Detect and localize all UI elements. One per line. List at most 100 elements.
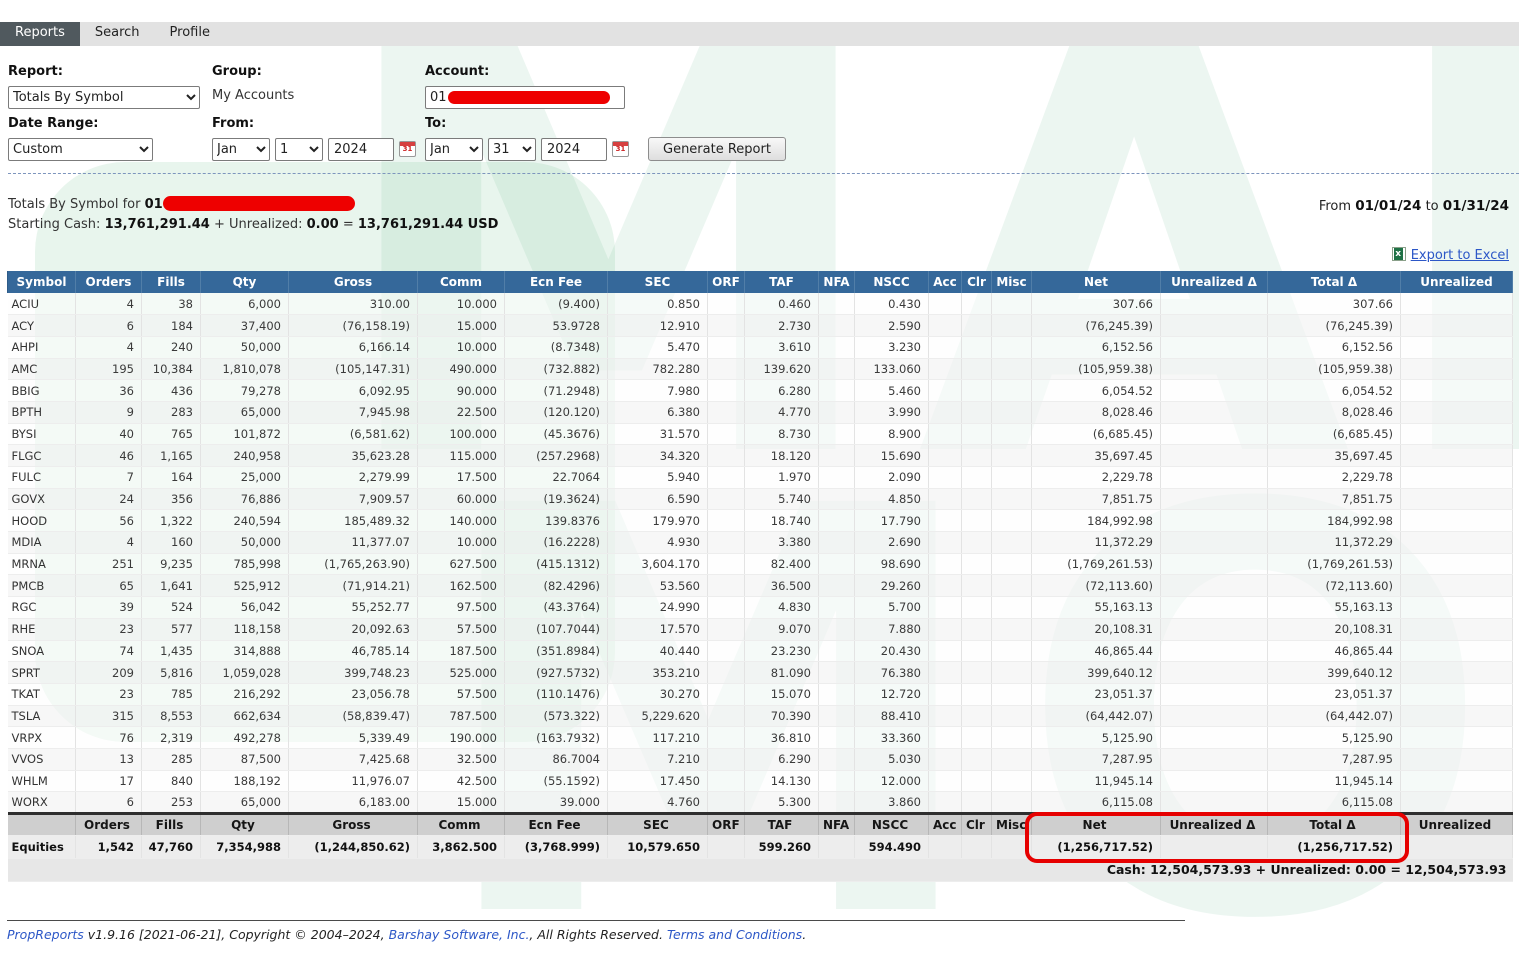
value-cell	[1161, 445, 1268, 467]
value-cell	[929, 336, 962, 358]
from-label: From:	[212, 116, 425, 131]
table-row: AMC19510,3841,810,078(105,147.31)490.000…	[8, 358, 1513, 380]
date-range-select[interactable]: Custom	[8, 138, 153, 161]
symbol-cell: MDIA	[8, 532, 76, 554]
value-cell: 7	[76, 467, 142, 489]
report-type-select[interactable]: Totals By Symbol	[8, 86, 200, 109]
from-month-select[interactable]: Jan	[212, 138, 270, 161]
value-cell	[1161, 705, 1268, 727]
value-cell: 82.400	[745, 553, 819, 575]
value-cell	[929, 705, 962, 727]
account-label: Account:	[425, 64, 625, 79]
value-cell: (105,959.38)	[1032, 358, 1161, 380]
tab-profile[interactable]: Profile	[155, 22, 225, 46]
value-cell: 3.230	[855, 336, 929, 358]
value-cell: 436	[142, 380, 201, 402]
totals-column-header: Ecn Fee	[505, 814, 608, 836]
value-cell	[819, 401, 855, 423]
table-row: AHPI424050,0006,166.1410.000(8.7348)5.47…	[8, 336, 1513, 358]
value-cell: 57.500	[418, 618, 505, 640]
value-cell	[819, 315, 855, 337]
value-cell	[1401, 380, 1513, 402]
value-cell	[929, 315, 962, 337]
value-cell: 60.000	[418, 488, 505, 510]
value-cell	[708, 640, 745, 662]
value-cell: 37,400	[201, 315, 289, 337]
value-cell: 184,992.98	[1268, 510, 1401, 532]
value-cell	[819, 553, 855, 575]
value-cell: 76.380	[855, 662, 929, 684]
value-cell: 179.970	[608, 510, 708, 532]
symbol-cell: TSLA	[8, 705, 76, 727]
value-cell: 76	[76, 727, 142, 749]
value-cell	[962, 467, 992, 489]
value-cell	[962, 662, 992, 684]
totals-label: Equities	[8, 836, 76, 859]
value-cell	[962, 748, 992, 770]
value-cell: 0.850	[608, 293, 708, 315]
propreports-link[interactable]: PropReports	[7, 927, 84, 942]
value-cell: 20.430	[855, 640, 929, 662]
to-day-select[interactable]: 31	[488, 138, 536, 161]
value-cell: 5,125.90	[1268, 727, 1401, 749]
symbol-cell: ACY	[8, 315, 76, 337]
value-cell: 164	[142, 467, 201, 489]
value-cell: (76,245.39)	[1032, 315, 1161, 337]
from-day-select[interactable]: 1	[275, 138, 323, 161]
tab-search[interactable]: Search	[80, 22, 155, 46]
value-cell	[708, 770, 745, 792]
value-cell: 12.000	[855, 770, 929, 792]
export-to-excel-link[interactable]: Export to Excel	[1411, 248, 1509, 263]
tab-reports[interactable]: Reports	[0, 22, 80, 46]
value-cell: 185,489.32	[289, 510, 418, 532]
to-year-input[interactable]	[541, 138, 607, 161]
value-cell: 1,641	[142, 575, 201, 597]
value-cell: (71,914.21)	[289, 575, 418, 597]
from-calendar-icon[interactable]: 31	[399, 141, 416, 157]
value-cell	[929, 748, 962, 770]
symbol-cell: FULC	[8, 467, 76, 489]
value-cell: 20,092.63	[289, 618, 418, 640]
table-row: HOOD561,322240,594185,489.32140.000139.8…	[8, 510, 1513, 532]
value-cell: 4.930	[608, 532, 708, 554]
from-year-input[interactable]	[328, 138, 394, 161]
value-cell: 5.030	[855, 748, 929, 770]
value-cell	[992, 445, 1032, 467]
value-cell: (1,769,261.53)	[1268, 553, 1401, 575]
value-cell: 5,816	[142, 662, 201, 684]
value-cell	[929, 401, 962, 423]
value-cell	[962, 293, 992, 315]
value-cell: 57.500	[418, 683, 505, 705]
value-cell	[819, 380, 855, 402]
to-month-select[interactable]: Jan	[425, 138, 483, 161]
value-cell: (732.882)	[505, 358, 608, 380]
generate-report-button[interactable]: Generate Report	[648, 137, 786, 161]
terms-link[interactable]: Terms and Conditions	[667, 927, 802, 942]
value-cell	[992, 423, 1032, 445]
value-cell	[1401, 553, 1513, 575]
value-cell	[819, 770, 855, 792]
totals-value-cell	[1401, 836, 1513, 859]
barshay-link[interactable]: Barshay Software, Inc.	[389, 927, 530, 942]
totals-value-cell: 47,760	[142, 836, 201, 859]
value-cell: 23,051.37	[1268, 683, 1401, 705]
column-header: TAF	[745, 271, 819, 293]
value-cell	[962, 705, 992, 727]
column-header: Misc	[992, 271, 1032, 293]
value-cell: 23,056.78	[289, 683, 418, 705]
totals-value-cell	[992, 836, 1032, 859]
to-calendar-icon[interactable]: 31	[612, 141, 629, 157]
value-cell	[819, 488, 855, 510]
account-input[interactable]: 01	[425, 86, 625, 109]
value-cell	[708, 575, 745, 597]
value-cell: 18.120	[745, 445, 819, 467]
value-cell	[1161, 727, 1268, 749]
value-cell: 25,000	[201, 467, 289, 489]
value-cell	[819, 423, 855, 445]
totals-value-cell: (3,768.999)	[505, 836, 608, 859]
group-value: My Accounts	[212, 85, 425, 103]
value-cell: 6,152.56	[1032, 336, 1161, 358]
date-range-display: From 01/01/24 to 01/31/24	[1319, 196, 1509, 237]
value-cell: 195	[76, 358, 142, 380]
value-cell	[962, 770, 992, 792]
